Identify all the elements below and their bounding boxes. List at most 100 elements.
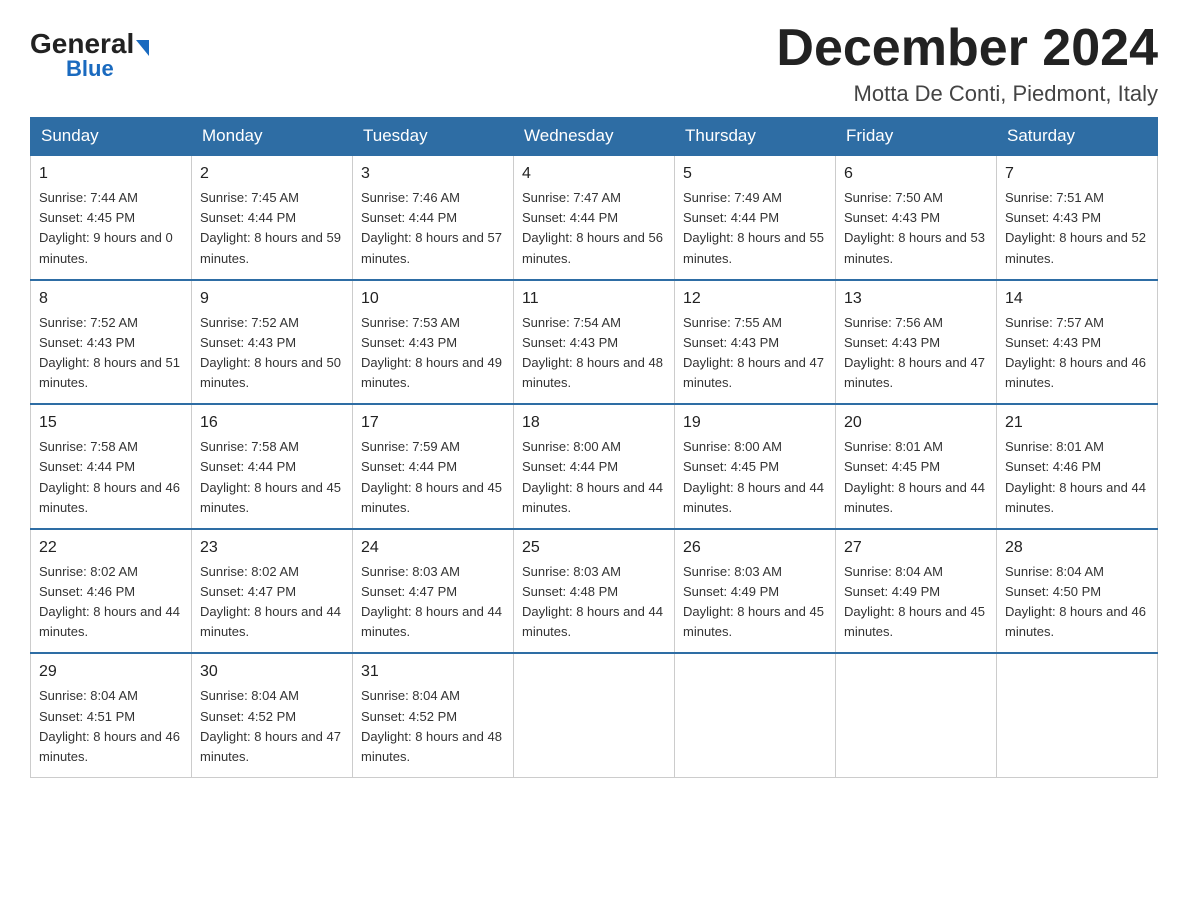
calendar-cell: 21Sunrise: 8:01 AMSunset: 4:46 PMDayligh… <box>997 404 1158 529</box>
day-number: 16 <box>200 411 344 435</box>
day-number: 9 <box>200 287 344 311</box>
week-row-4: 22Sunrise: 8:02 AMSunset: 4:46 PMDayligh… <box>31 529 1158 654</box>
day-number: 14 <box>1005 287 1149 311</box>
day-number: 13 <box>844 287 988 311</box>
day-info: Sunrise: 7:52 AMSunset: 4:43 PMDaylight:… <box>200 313 344 394</box>
col-wednesday: Wednesday <box>514 118 675 156</box>
day-info: Sunrise: 8:00 AMSunset: 4:44 PMDaylight:… <box>522 437 666 518</box>
logo-general: General <box>30 30 134 58</box>
day-info: Sunrise: 8:04 AMSunset: 4:49 PMDaylight:… <box>844 562 988 643</box>
page-subtitle: Motta De Conti, Piedmont, Italy <box>776 81 1158 107</box>
day-info: Sunrise: 7:54 AMSunset: 4:43 PMDaylight:… <box>522 313 666 394</box>
day-number: 29 <box>39 660 183 684</box>
col-saturday: Saturday <box>997 118 1158 156</box>
calendar-cell: 19Sunrise: 8:00 AMSunset: 4:45 PMDayligh… <box>675 404 836 529</box>
calendar-cell: 4Sunrise: 7:47 AMSunset: 4:44 PMDaylight… <box>514 155 675 280</box>
day-number: 7 <box>1005 162 1149 186</box>
col-tuesday: Tuesday <box>353 118 514 156</box>
day-number: 3 <box>361 162 505 186</box>
day-info: Sunrise: 7:58 AMSunset: 4:44 PMDaylight:… <box>200 437 344 518</box>
day-info: Sunrise: 8:02 AMSunset: 4:47 PMDaylight:… <box>200 562 344 643</box>
day-number: 23 <box>200 536 344 560</box>
day-number: 8 <box>39 287 183 311</box>
day-number: 25 <box>522 536 666 560</box>
calendar-cell <box>836 653 997 777</box>
week-row-3: 15Sunrise: 7:58 AMSunset: 4:44 PMDayligh… <box>31 404 1158 529</box>
calendar-cell: 17Sunrise: 7:59 AMSunset: 4:44 PMDayligh… <box>353 404 514 529</box>
day-number: 30 <box>200 660 344 684</box>
calendar-cell: 24Sunrise: 8:03 AMSunset: 4:47 PMDayligh… <box>353 529 514 654</box>
day-number: 31 <box>361 660 505 684</box>
calendar-cell: 11Sunrise: 7:54 AMSunset: 4:43 PMDayligh… <box>514 280 675 405</box>
calendar-cell: 25Sunrise: 8:03 AMSunset: 4:48 PMDayligh… <box>514 529 675 654</box>
calendar-cell <box>675 653 836 777</box>
calendar-cell: 14Sunrise: 7:57 AMSunset: 4:43 PMDayligh… <box>997 280 1158 405</box>
calendar-cell: 9Sunrise: 7:52 AMSunset: 4:43 PMDaylight… <box>192 280 353 405</box>
title-block: December 2024 Motta De Conti, Piedmont, … <box>776 20 1158 107</box>
calendar-cell <box>997 653 1158 777</box>
calendar-cell: 1Sunrise: 7:44 AMSunset: 4:45 PMDaylight… <box>31 155 192 280</box>
day-number: 20 <box>844 411 988 435</box>
day-number: 12 <box>683 287 827 311</box>
day-number: 10 <box>361 287 505 311</box>
calendar-cell: 12Sunrise: 7:55 AMSunset: 4:43 PMDayligh… <box>675 280 836 405</box>
col-friday: Friday <box>836 118 997 156</box>
day-info: Sunrise: 8:04 AMSunset: 4:50 PMDaylight:… <box>1005 562 1149 643</box>
calendar-cell: 8Sunrise: 7:52 AMSunset: 4:43 PMDaylight… <box>31 280 192 405</box>
day-info: Sunrise: 8:02 AMSunset: 4:46 PMDaylight:… <box>39 562 183 643</box>
day-info: Sunrise: 7:47 AMSunset: 4:44 PMDaylight:… <box>522 188 666 269</box>
day-number: 19 <box>683 411 827 435</box>
day-info: Sunrise: 8:00 AMSunset: 4:45 PMDaylight:… <box>683 437 827 518</box>
day-number: 22 <box>39 536 183 560</box>
calendar-cell <box>514 653 675 777</box>
day-info: Sunrise: 7:49 AMSunset: 4:44 PMDaylight:… <box>683 188 827 269</box>
calendar-cell: 13Sunrise: 7:56 AMSunset: 4:43 PMDayligh… <box>836 280 997 405</box>
day-number: 27 <box>844 536 988 560</box>
calendar-header-row: Sunday Monday Tuesday Wednesday Thursday… <box>31 118 1158 156</box>
calendar-cell: 7Sunrise: 7:51 AMSunset: 4:43 PMDaylight… <box>997 155 1158 280</box>
day-info: Sunrise: 7:44 AMSunset: 4:45 PMDaylight:… <box>39 188 183 269</box>
calendar-table: Sunday Monday Tuesday Wednesday Thursday… <box>30 117 1158 778</box>
day-info: Sunrise: 8:01 AMSunset: 4:46 PMDaylight:… <box>1005 437 1149 518</box>
calendar-cell: 27Sunrise: 8:04 AMSunset: 4:49 PMDayligh… <box>836 529 997 654</box>
calendar-cell: 29Sunrise: 8:04 AMSunset: 4:51 PMDayligh… <box>31 653 192 777</box>
day-number: 6 <box>844 162 988 186</box>
day-info: Sunrise: 7:45 AMSunset: 4:44 PMDaylight:… <box>200 188 344 269</box>
day-number: 28 <box>1005 536 1149 560</box>
day-info: Sunrise: 7:55 AMSunset: 4:43 PMDaylight:… <box>683 313 827 394</box>
day-number: 4 <box>522 162 666 186</box>
day-number: 5 <box>683 162 827 186</box>
day-info: Sunrise: 7:58 AMSunset: 4:44 PMDaylight:… <box>39 437 183 518</box>
calendar-cell: 10Sunrise: 7:53 AMSunset: 4:43 PMDayligh… <box>353 280 514 405</box>
week-row-1: 1Sunrise: 7:44 AMSunset: 4:45 PMDaylight… <box>31 155 1158 280</box>
col-sunday: Sunday <box>31 118 192 156</box>
day-info: Sunrise: 8:04 AMSunset: 4:51 PMDaylight:… <box>39 686 183 767</box>
calendar-cell: 15Sunrise: 7:58 AMSunset: 4:44 PMDayligh… <box>31 404 192 529</box>
calendar-cell: 6Sunrise: 7:50 AMSunset: 4:43 PMDaylight… <box>836 155 997 280</box>
day-number: 26 <box>683 536 827 560</box>
day-number: 21 <box>1005 411 1149 435</box>
day-info: Sunrise: 7:52 AMSunset: 4:43 PMDaylight:… <box>39 313 183 394</box>
day-info: Sunrise: 8:04 AMSunset: 4:52 PMDaylight:… <box>200 686 344 767</box>
day-number: 1 <box>39 162 183 186</box>
week-row-2: 8Sunrise: 7:52 AMSunset: 4:43 PMDaylight… <box>31 280 1158 405</box>
day-number: 24 <box>361 536 505 560</box>
calendar-cell: 18Sunrise: 8:00 AMSunset: 4:44 PMDayligh… <box>514 404 675 529</box>
day-info: Sunrise: 8:04 AMSunset: 4:52 PMDaylight:… <box>361 686 505 767</box>
day-number: 2 <box>200 162 344 186</box>
calendar-cell: 16Sunrise: 7:58 AMSunset: 4:44 PMDayligh… <box>192 404 353 529</box>
day-info: Sunrise: 7:57 AMSunset: 4:43 PMDaylight:… <box>1005 313 1149 394</box>
day-info: Sunrise: 8:01 AMSunset: 4:45 PMDaylight:… <box>844 437 988 518</box>
col-monday: Monday <box>192 118 353 156</box>
day-info: Sunrise: 7:51 AMSunset: 4:43 PMDaylight:… <box>1005 188 1149 269</box>
logo-triangle-icon <box>136 40 149 56</box>
day-number: 18 <box>522 411 666 435</box>
logo: General Blue <box>30 30 149 80</box>
page-header: General Blue December 2024 Motta De Cont… <box>30 20 1158 107</box>
day-info: Sunrise: 7:59 AMSunset: 4:44 PMDaylight:… <box>361 437 505 518</box>
calendar-cell: 5Sunrise: 7:49 AMSunset: 4:44 PMDaylight… <box>675 155 836 280</box>
day-info: Sunrise: 7:56 AMSunset: 4:43 PMDaylight:… <box>844 313 988 394</box>
page-title: December 2024 <box>776 20 1158 77</box>
calendar-cell: 30Sunrise: 8:04 AMSunset: 4:52 PMDayligh… <box>192 653 353 777</box>
day-number: 11 <box>522 287 666 311</box>
